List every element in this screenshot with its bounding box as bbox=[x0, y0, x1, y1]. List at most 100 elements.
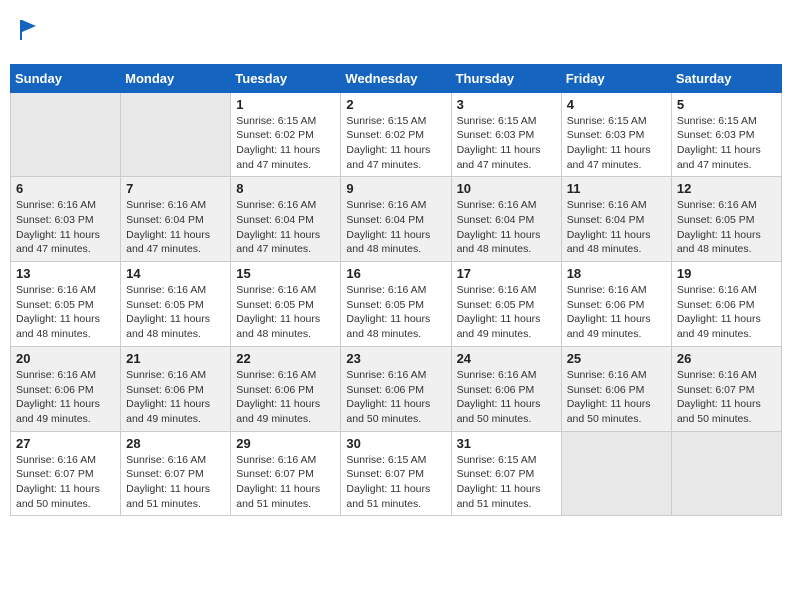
day-info: Sunrise: 6:16 AM Sunset: 6:04 PM Dayligh… bbox=[567, 198, 666, 257]
weekday-header: Friday bbox=[561, 64, 671, 92]
calendar-week-row: 13 Sunrise: 6:16 AM Sunset: 6:05 PM Dayli… bbox=[11, 262, 782, 347]
calendar-cell: 15 Sunrise: 6:16 AM Sunset: 6:05 PM Dayli… bbox=[231, 262, 341, 347]
day-info: Sunrise: 6:15 AM Sunset: 6:03 PM Dayligh… bbox=[457, 114, 556, 173]
calendar-cell: 28 Sunrise: 6:16 AM Sunset: 6:07 PM Dayli… bbox=[121, 431, 231, 516]
day-number: 15 bbox=[236, 266, 335, 281]
day-number: 30 bbox=[346, 436, 445, 451]
day-number: 16 bbox=[346, 266, 445, 281]
calendar-cell: 16 Sunrise: 6:16 AM Sunset: 6:05 PM Dayli… bbox=[341, 262, 451, 347]
day-info: Sunrise: 6:15 AM Sunset: 6:07 PM Dayligh… bbox=[457, 453, 556, 512]
day-number: 13 bbox=[16, 266, 115, 281]
day-info: Sunrise: 6:16 AM Sunset: 6:07 PM Dayligh… bbox=[677, 368, 776, 427]
day-info: Sunrise: 6:15 AM Sunset: 6:02 PM Dayligh… bbox=[236, 114, 335, 173]
day-number: 17 bbox=[457, 266, 556, 281]
calendar-cell: 24Sunrise: 6:16 AM Sunset: 6:06 PM Dayli… bbox=[451, 346, 561, 431]
day-info: Sunrise: 6:16 AM Sunset: 6:06 PM Dayligh… bbox=[16, 368, 115, 427]
calendar-cell: 8Sunrise: 6:16 AM Sunset: 6:04 PM Daylig… bbox=[231, 177, 341, 262]
day-info: Sunrise: 6:16 AM Sunset: 6:04 PM Dayligh… bbox=[457, 198, 556, 257]
calendar-cell: 12 Sunrise: 6:16 AM Sunset: 6:05 PM Dayli… bbox=[671, 177, 781, 262]
calendar-week-row: 6Sunrise: 6:16 AM Sunset: 6:03 PM Daylig… bbox=[11, 177, 782, 262]
calendar-week-row: 20 Sunrise: 6:16 AM Sunset: 6:06 PM Dayli… bbox=[11, 346, 782, 431]
day-number: 25 bbox=[567, 351, 666, 366]
day-number: 31 bbox=[457, 436, 556, 451]
day-number: 26 bbox=[677, 351, 776, 366]
calendar-cell: 29 Sunrise: 6:16 AM Sunset: 6:07 PM Dayli… bbox=[231, 431, 341, 516]
day-info: Sunrise: 6:15 AM Sunset: 6:07 PM Dayligh… bbox=[346, 453, 445, 512]
day-info: Sunrise: 6:16 AM Sunset: 6:06 PM Dayligh… bbox=[677, 283, 776, 342]
day-info: Sunrise: 6:16 AM Sunset: 6:07 PM Dayligh… bbox=[236, 453, 335, 512]
page-header bbox=[10, 10, 782, 56]
calendar-week-row: 27 Sunrise: 6:16 AM Sunset: 6:07 PM Dayli… bbox=[11, 431, 782, 516]
day-info: Sunrise: 6:16 AM Sunset: 6:05 PM Dayligh… bbox=[16, 283, 115, 342]
calendar-cell bbox=[561, 431, 671, 516]
calendar-cell: 25 Sunrise: 6:16 AM Sunset: 6:06 PM Dayli… bbox=[561, 346, 671, 431]
day-number: 1 bbox=[236, 97, 335, 112]
calendar-cell: 19Sunrise: 6:16 AM Sunset: 6:06 PM Dayli… bbox=[671, 262, 781, 347]
calendar-cell: 3 Sunrise: 6:15 AM Sunset: 6:03 PM Daylig… bbox=[451, 92, 561, 177]
day-number: 6 bbox=[16, 181, 115, 196]
day-info: Sunrise: 6:16 AM Sunset: 6:06 PM Dayligh… bbox=[346, 368, 445, 427]
day-info: Sunrise: 6:16 AM Sunset: 6:07 PM Dayligh… bbox=[126, 453, 225, 512]
day-info: Sunrise: 6:16 AM Sunset: 6:06 PM Dayligh… bbox=[567, 368, 666, 427]
calendar-table: SundayMondayTuesdayWednesdayThursdayFrid… bbox=[10, 64, 782, 517]
day-number: 18 bbox=[567, 266, 666, 281]
day-info: Sunrise: 6:16 AM Sunset: 6:05 PM Dayligh… bbox=[677, 198, 776, 257]
logo-flag-icon bbox=[16, 16, 44, 44]
day-number: 24 bbox=[457, 351, 556, 366]
day-info: Sunrise: 6:16 AM Sunset: 6:04 PM Dayligh… bbox=[346, 198, 445, 257]
calendar-cell: 31 Sunrise: 6:15 AM Sunset: 6:07 PM Dayli… bbox=[451, 431, 561, 516]
day-info: Sunrise: 6:16 AM Sunset: 6:07 PM Dayligh… bbox=[16, 453, 115, 512]
day-number: 20 bbox=[16, 351, 115, 366]
calendar-cell: 27 Sunrise: 6:16 AM Sunset: 6:07 PM Dayli… bbox=[11, 431, 121, 516]
day-info: Sunrise: 6:16 AM Sunset: 6:06 PM Dayligh… bbox=[126, 368, 225, 427]
day-number: 11 bbox=[567, 181, 666, 196]
calendar-cell: 6Sunrise: 6:16 AM Sunset: 6:03 PM Daylig… bbox=[11, 177, 121, 262]
day-info: Sunrise: 6:15 AM Sunset: 6:02 PM Dayligh… bbox=[346, 114, 445, 173]
calendar-cell: 11 Sunrise: 6:16 AM Sunset: 6:04 PM Dayli… bbox=[561, 177, 671, 262]
calendar-cell bbox=[121, 92, 231, 177]
calendar-cell bbox=[11, 92, 121, 177]
calendar-cell: 23 Sunrise: 6:16 AM Sunset: 6:06 PM Dayli… bbox=[341, 346, 451, 431]
day-number: 14 bbox=[126, 266, 225, 281]
day-info: Sunrise: 6:16 AM Sunset: 6:06 PM Dayligh… bbox=[236, 368, 335, 427]
day-number: 12 bbox=[677, 181, 776, 196]
day-info: Sunrise: 6:15 AM Sunset: 6:03 PM Dayligh… bbox=[677, 114, 776, 173]
day-info: Sunrise: 6:16 AM Sunset: 6:05 PM Dayligh… bbox=[236, 283, 335, 342]
day-number: 29 bbox=[236, 436, 335, 451]
day-number: 9 bbox=[346, 181, 445, 196]
weekday-header: Thursday bbox=[451, 64, 561, 92]
day-info: Sunrise: 6:15 AM Sunset: 6:03 PM Dayligh… bbox=[567, 114, 666, 173]
day-number: 23 bbox=[346, 351, 445, 366]
calendar-cell: 22 Sunrise: 6:16 AM Sunset: 6:06 PM Dayli… bbox=[231, 346, 341, 431]
day-number: 27 bbox=[16, 436, 115, 451]
weekday-header: Saturday bbox=[671, 64, 781, 92]
day-info: Sunrise: 6:16 AM Sunset: 6:05 PM Dayligh… bbox=[346, 283, 445, 342]
calendar-cell: 14 Sunrise: 6:16 AM Sunset: 6:05 PM Dayli… bbox=[121, 262, 231, 347]
calendar-cell bbox=[671, 431, 781, 516]
calendar-cell: 20 Sunrise: 6:16 AM Sunset: 6:06 PM Dayli… bbox=[11, 346, 121, 431]
day-number: 7 bbox=[126, 181, 225, 196]
calendar-header-row: SundayMondayTuesdayWednesdayThursdayFrid… bbox=[11, 64, 782, 92]
calendar-cell: 10Sunrise: 6:16 AM Sunset: 6:04 PM Dayli… bbox=[451, 177, 561, 262]
calendar-cell: 21 Sunrise: 6:16 AM Sunset: 6:06 PM Dayli… bbox=[121, 346, 231, 431]
weekday-header: Sunday bbox=[11, 64, 121, 92]
calendar-cell: 2 Sunrise: 6:15 AM Sunset: 6:02 PM Daylig… bbox=[341, 92, 451, 177]
calendar-cell: 18Sunrise: 6:16 AM Sunset: 6:06 PM Dayli… bbox=[561, 262, 671, 347]
calendar-cell: 1 Sunrise: 6:15 AM Sunset: 6:02 PM Daylig… bbox=[231, 92, 341, 177]
day-number: 3 bbox=[457, 97, 556, 112]
day-number: 21 bbox=[126, 351, 225, 366]
weekday-header: Wednesday bbox=[341, 64, 451, 92]
day-number: 28 bbox=[126, 436, 225, 451]
calendar-cell: 5 Sunrise: 6:15 AM Sunset: 6:03 PM Daylig… bbox=[671, 92, 781, 177]
calendar-cell: 30 Sunrise: 6:15 AM Sunset: 6:07 PM Dayli… bbox=[341, 431, 451, 516]
calendar-cell: 26 Sunrise: 6:16 AM Sunset: 6:07 PM Dayli… bbox=[671, 346, 781, 431]
calendar-cell: 9 Sunrise: 6:16 AM Sunset: 6:04 PM Daylig… bbox=[341, 177, 451, 262]
day-number: 22 bbox=[236, 351, 335, 366]
day-info: Sunrise: 6:16 AM Sunset: 6:04 PM Dayligh… bbox=[236, 198, 335, 257]
logo bbox=[14, 16, 44, 50]
calendar-cell: 17Sunrise: 6:16 AM Sunset: 6:05 PM Dayli… bbox=[451, 262, 561, 347]
day-info: Sunrise: 6:16 AM Sunset: 6:05 PM Dayligh… bbox=[126, 283, 225, 342]
day-number: 5 bbox=[677, 97, 776, 112]
weekday-header: Monday bbox=[121, 64, 231, 92]
day-number: 2 bbox=[346, 97, 445, 112]
